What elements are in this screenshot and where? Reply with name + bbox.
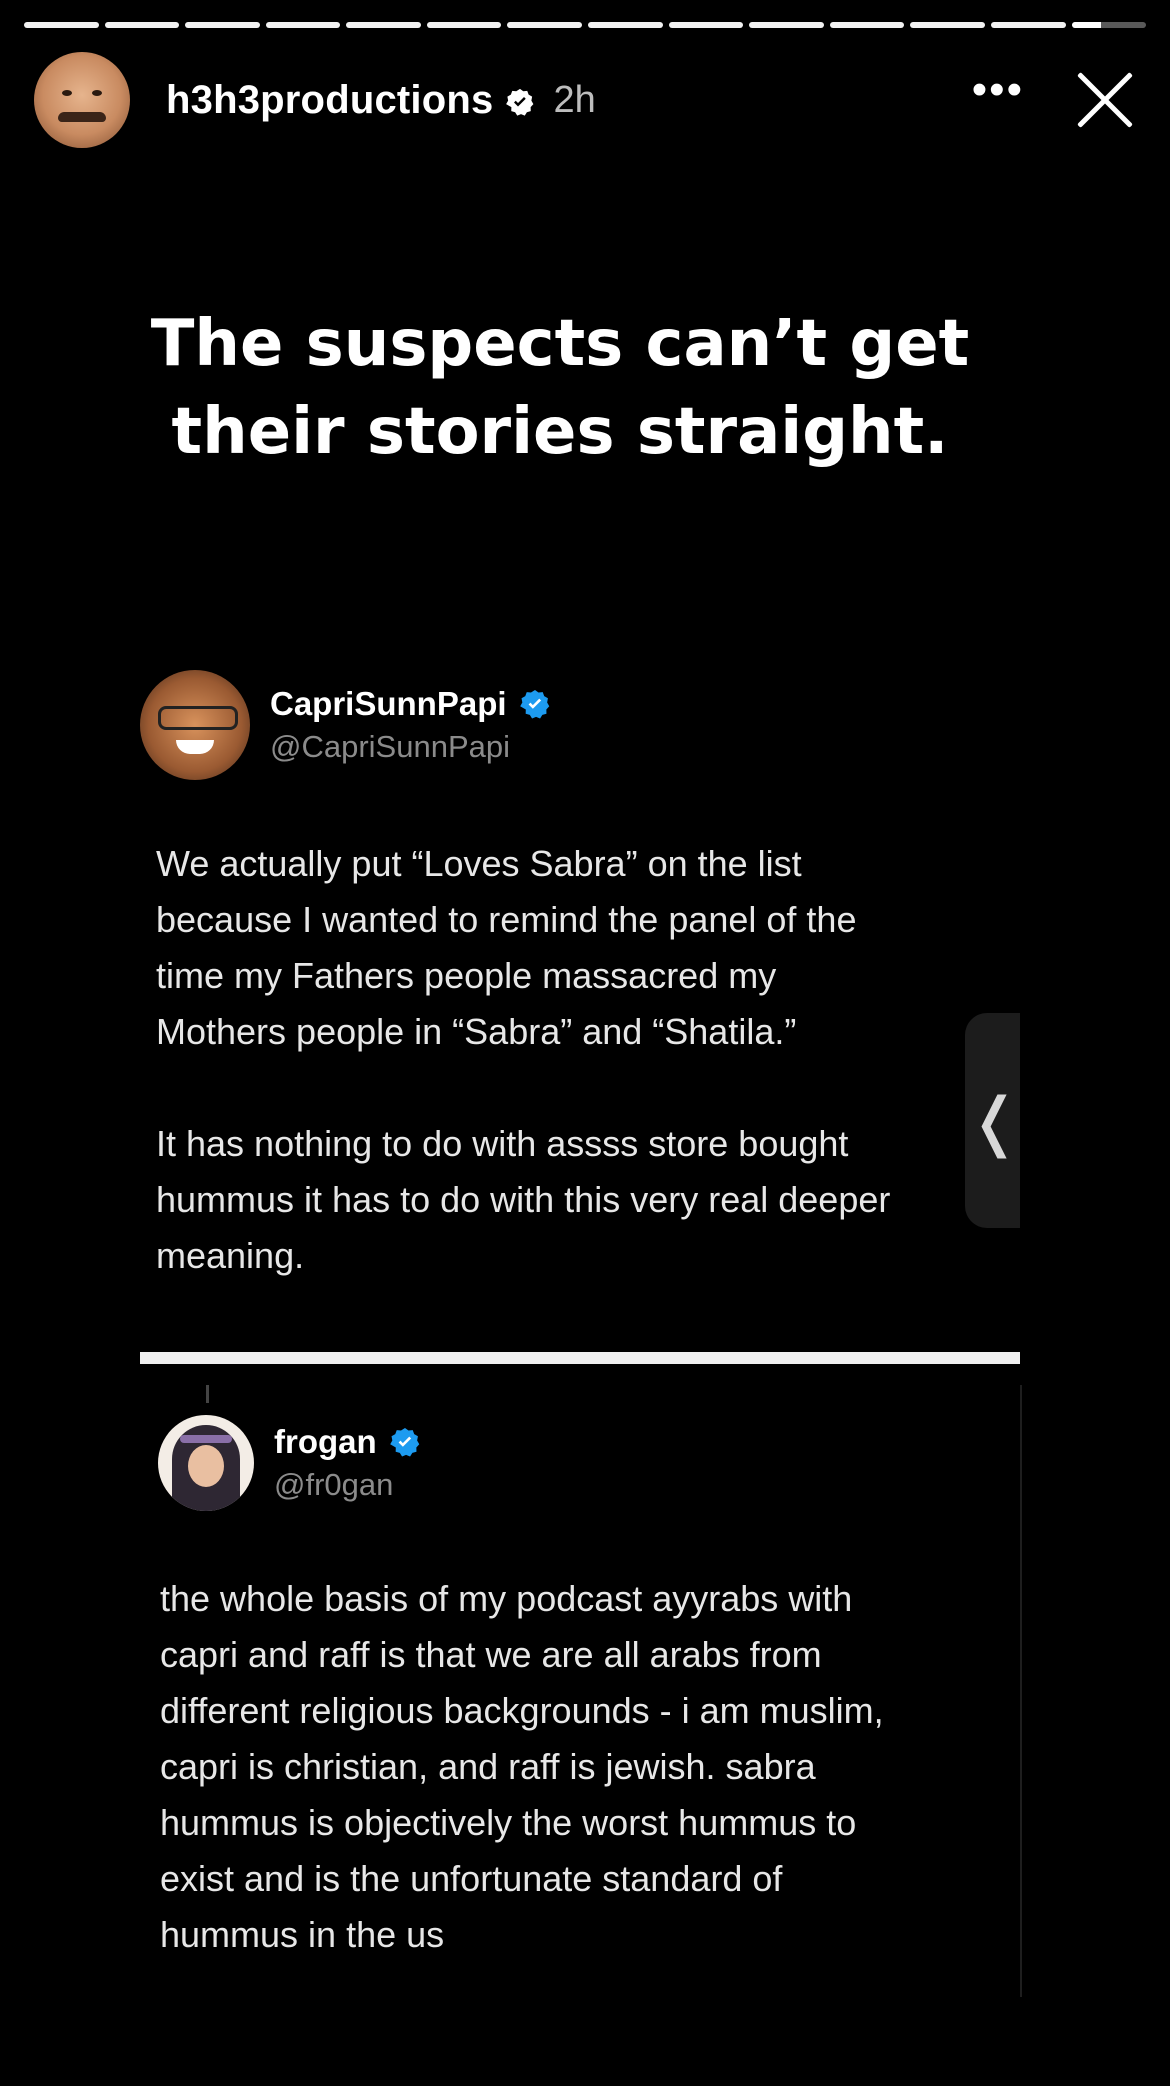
- progress-segment-current: [1071, 22, 1147, 28]
- verified-badge-icon: [505, 87, 535, 117]
- progress-segment: [507, 22, 583, 28]
- image-divider: [140, 1352, 1020, 1364]
- progress-segment: [910, 22, 985, 28]
- story-progress-bar: [24, 22, 1147, 28]
- story-header: h3h3productions 2h •••: [34, 52, 1136, 148]
- verified-badge-icon: [389, 1426, 421, 1458]
- chevron-left-icon: ❬: [967, 1084, 1022, 1157]
- post-time: 2h: [553, 78, 596, 121]
- close-icon[interactable]: [1074, 69, 1136, 131]
- tweet-card-1: CapriSunnPapi @CapriSunnPapi We actually…: [140, 670, 1020, 1335]
- username[interactable]: h3h3productions: [166, 78, 493, 123]
- user-avatar[interactable]: [34, 52, 130, 148]
- progress-segment: [185, 22, 260, 28]
- tweet-avatar: [140, 670, 250, 780]
- tweet-avatar: [158, 1415, 254, 1511]
- headline-line-2: their stories straight.: [171, 395, 949, 469]
- verified-badge-icon: [519, 688, 551, 720]
- progress-segment: [588, 22, 663, 28]
- side-panel-handle[interactable]: ❬: [965, 1013, 1022, 1228]
- progress-segment: [749, 22, 824, 28]
- progress-segment: [426, 22, 502, 28]
- progress-segment: [668, 22, 744, 28]
- progress-segment: [265, 22, 341, 28]
- thread-connector: [206, 1385, 209, 1403]
- headline-line-1: The suspects can’t get: [150, 307, 970, 381]
- tweet-display-name: frogan: [274, 1423, 377, 1460]
- progress-segment: [990, 22, 1066, 28]
- progress-segment: [829, 22, 905, 28]
- tweet-handle: @fr0gan: [274, 1467, 394, 1502]
- progress-segment: [346, 22, 421, 28]
- more-options-icon[interactable]: •••: [972, 68, 1024, 112]
- tweet-card-2: frogan @fr0gan the whole basis of my pod…: [140, 1385, 1022, 1997]
- tweet-text: We actually put “Loves Sabra” on the lis…: [156, 843, 891, 1276]
- progress-segment: [24, 22, 99, 28]
- tweet-handle: @CapriSunnPapi: [270, 729, 510, 764]
- story-headline: The suspects can’t get their stories str…: [0, 300, 1120, 476]
- progress-segment: [104, 22, 180, 28]
- tweet-text: the whole basis of my podcast ayyrabs wi…: [160, 1578, 884, 1955]
- tweet-display-name: CapriSunnPapi: [270, 685, 507, 722]
